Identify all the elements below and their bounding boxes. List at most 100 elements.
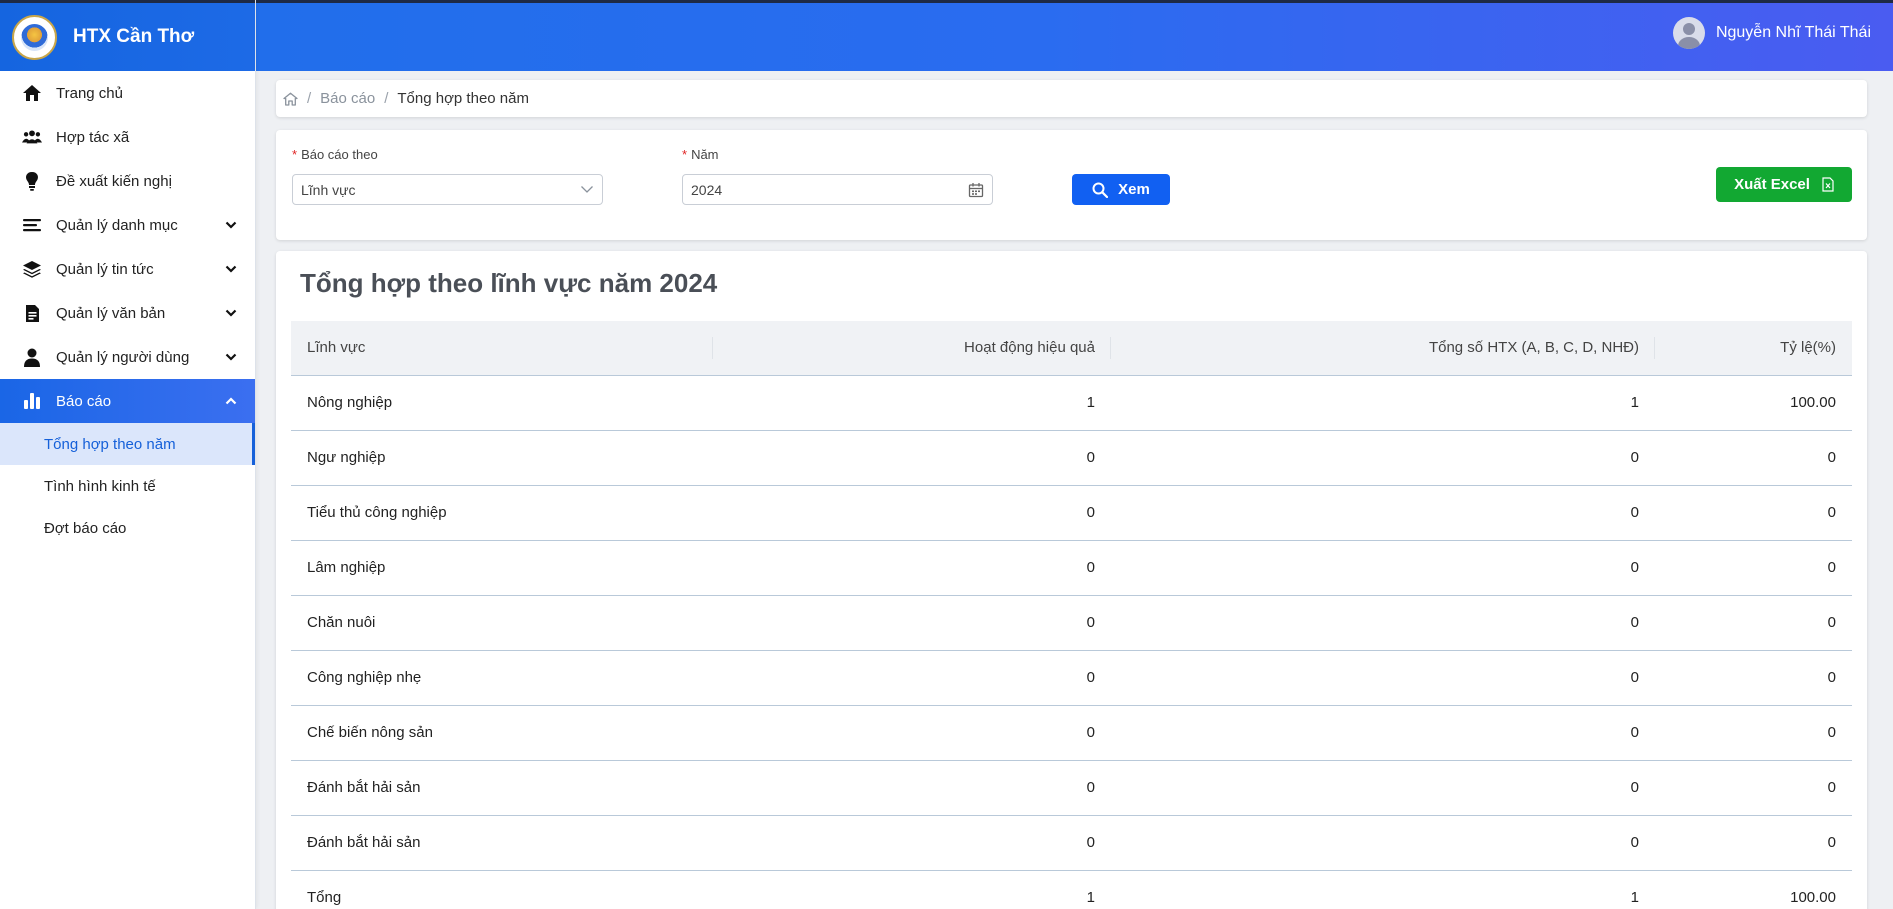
cell-ratio: 100.00 — [1790, 394, 1836, 411]
users-icon — [22, 127, 42, 147]
document-icon — [22, 303, 42, 323]
chevron-down-icon — [225, 216, 237, 233]
cell-effective: 1 — [1086, 889, 1095, 907]
year-label: * Năm — [682, 147, 719, 162]
cell-total: 0 — [1630, 614, 1639, 631]
cell-ratio: 0 — [1827, 669, 1836, 686]
list-icon — [22, 215, 42, 235]
year-picker-input[interactable]: 2024 — [682, 174, 993, 205]
table-row: Lâm nghiệp 0 0 0 — [291, 540, 1852, 595]
column-header-effective[interactable]: Hoạt động hiệu quả — [713, 321, 1111, 375]
sidebar-item-label: Quản lý người dùng — [56, 348, 190, 366]
cell-field: Đánh bắt hải sản — [307, 834, 421, 851]
sidebar-item-cooperatives[interactable]: Hợp tác xã — [0, 115, 255, 159]
sidebar-subitem-label: Tổng hợp theo năm — [44, 435, 176, 453]
sidebar-item-label: Trang chủ — [56, 84, 123, 102]
brand-logo-icon — [12, 14, 57, 60]
chevron-down-icon — [225, 304, 237, 321]
user-avatar-icon — [1672, 17, 1705, 49]
report-by-select[interactable]: Lĩnh vực — [292, 174, 603, 205]
breadcrumb-separator: / — [384, 90, 389, 107]
column-header-total[interactable]: Tổng số HTX (A, B, C, D, NHĐ) — [1111, 321, 1655, 375]
report-panel: Tổng hợp theo lĩnh vực năm 2024 Lĩnh vực… — [276, 251, 1867, 909]
table-row: Công nghiệp nhẹ 0 0 0 — [291, 650, 1852, 705]
sidebar-subitem-yearly-summary[interactable]: Tổng hợp theo năm — [0, 423, 255, 465]
report-by-label-text: Báo cáo theo — [301, 147, 378, 162]
cell-effective: 0 — [1086, 834, 1095, 851]
sidebar-subitem-economic-situation[interactable]: Tình hình kinh tế — [0, 465, 255, 507]
cell-total: 0 — [1630, 724, 1639, 741]
cell-effective: 0 — [1086, 724, 1095, 741]
chevron-down-icon — [580, 182, 594, 199]
cell-field: Tổng — [307, 889, 342, 907]
cell-ratio: 0 — [1827, 724, 1836, 741]
sidebar-item-users[interactable]: Quản lý người dùng — [0, 335, 255, 379]
cell-total: 0 — [1630, 504, 1639, 521]
table-row: Đánh bắt hải sản 0 0 0 — [291, 760, 1852, 815]
view-button[interactable]: Xem — [1072, 174, 1170, 205]
cell-field: Ngư nghiệp — [307, 449, 386, 466]
user-name: Nguyễn Nhĩ Thái Thái — [1715, 24, 1871, 41]
year-label-text: Năm — [691, 147, 719, 162]
home-icon[interactable] — [283, 92, 298, 106]
sidebar-item-proposals[interactable]: Đề xuất kiến nghị — [0, 159, 255, 203]
sidebar-item-label: Quản lý danh mục — [56, 216, 178, 234]
report-table: Lĩnh vực Hoạt động hiệu quả Tổng số HTX … — [291, 321, 1852, 909]
report-title: Tổng hợp theo lĩnh vực năm 2024 — [300, 268, 718, 298]
table-row: Nông nghiệp 1 1 100.00 — [291, 375, 1852, 430]
chevron-down-icon — [225, 348, 237, 365]
cell-ratio: 0 — [1827, 559, 1836, 576]
sidebar-item-label: Hợp tác xã — [56, 128, 130, 146]
breadcrumb-link-reports[interactable]: Báo cáo — [320, 90, 375, 107]
home-icon — [22, 83, 42, 103]
user-menu[interactable]: Nguyễn Nhĩ Thái Thái — [1672, 17, 1871, 49]
layers-icon — [22, 259, 42, 279]
sidebar-item-categories[interactable]: Quản lý danh mục — [0, 203, 255, 247]
cell-field: Tiểu thủ công nghiệp — [307, 504, 447, 521]
file-excel-icon — [1822, 177, 1834, 192]
cell-total: 1 — [1630, 394, 1639, 411]
table-row: Tiểu thủ công nghiệp 0 0 0 — [291, 485, 1852, 540]
sidebar-item-label: Quản lý tin tức — [56, 260, 154, 278]
calendar-icon[interactable] — [968, 182, 984, 201]
sidebar-menu: Trang chủ Hợp tác xã Đề xuất kiến nghị Q… — [0, 71, 255, 549]
year-value: 2024 — [691, 181, 723, 198]
table-row: Ngư nghiệp 0 0 0 — [291, 430, 1852, 485]
sidebar-subitem-label: Tình hình kinh tế — [44, 477, 156, 495]
chevron-down-icon — [225, 260, 237, 277]
sidebar-item-label: Báo cáo — [56, 392, 112, 410]
required-mark: * — [682, 147, 688, 162]
sidebar-item-news[interactable]: Quản lý tin tức — [0, 247, 255, 291]
required-mark: * — [292, 147, 298, 162]
column-header-field[interactable]: Lĩnh vực — [291, 321, 713, 375]
cell-effective: 0 — [1086, 669, 1095, 686]
report-by-label: * Báo cáo theo — [292, 147, 378, 162]
user-icon — [22, 347, 42, 367]
table-row: Chế biến nông sản 0 0 0 — [291, 705, 1852, 760]
cell-field: Lâm nghiệp — [307, 559, 386, 576]
cell-total: 0 — [1630, 669, 1639, 686]
breadcrumb: / Báo cáo / Tổng hợp theo năm — [276, 80, 1867, 117]
sidebar-item-reports[interactable]: Báo cáo — [0, 379, 255, 423]
brand-name: HTX Cần Thơ — [73, 26, 195, 47]
export-excel-button[interactable]: Xuất Excel — [1716, 167, 1852, 202]
sidebar-item-label: Quản lý văn bản — [56, 304, 166, 322]
column-header-ratio[interactable]: Tỷ lệ(%) — [1655, 321, 1852, 375]
brand[interactable]: HTX Cần Thơ — [0, 0, 255, 71]
table-row: Đánh bắt hải sản 0 0 0 — [291, 815, 1852, 870]
cell-ratio: 100.00 — [1790, 889, 1836, 907]
cell-effective: 0 — [1086, 779, 1095, 796]
search-icon — [1092, 182, 1109, 198]
sidebar-item-documents[interactable]: Quản lý văn bản — [0, 291, 255, 335]
sidebar-subitem-label: Đợt báo cáo — [44, 519, 127, 537]
breadcrumb-separator: / — [307, 90, 312, 107]
sidebar-item-home[interactable]: Trang chủ — [0, 71, 255, 115]
cell-ratio: 0 — [1827, 834, 1836, 851]
sidebar-subitem-report-period[interactable]: Đợt báo cáo — [0, 507, 255, 549]
cell-ratio: 0 — [1827, 779, 1836, 796]
view-button-label: Xem — [1118, 181, 1150, 198]
lightbulb-icon — [22, 171, 42, 191]
export-button-label: Xuất Excel — [1734, 176, 1810, 193]
cell-effective: 0 — [1086, 614, 1095, 631]
table-header: Lĩnh vực Hoạt động hiệu quả Tổng số HTX … — [291, 321, 1852, 375]
